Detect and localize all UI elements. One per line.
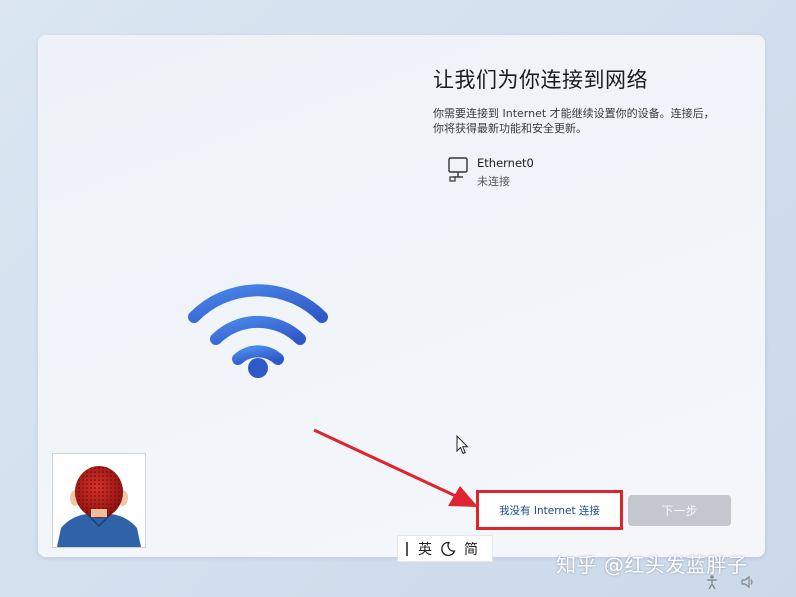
page-description: 你需要连接到 Internet 才能继续设置你的设备。连接后，你将获得最新功能和…: [433, 107, 715, 135]
network-status: 未连接: [477, 175, 510, 188]
ime-language-toggle[interactable]: 英: [418, 539, 432, 559]
next-button[interactable]: 下一步: [628, 495, 731, 526]
network-item-ethernet0[interactable]: Ethernet0 未连接: [447, 154, 587, 190]
ime-script-toggle[interactable]: 简: [464, 539, 478, 559]
ime-drag-handle[interactable]: [406, 541, 408, 556]
moon-icon[interactable]: [440, 541, 456, 557]
ime-toolbar: 英 简: [397, 535, 493, 562]
avatar: [52, 453, 146, 548]
wifi-icon: [188, 284, 328, 378]
mouse-pointer-icon: [456, 435, 469, 455]
ethernet-icon: [448, 157, 468, 182]
page-title: 让我们为你连接到网络: [433, 68, 648, 92]
network-name: Ethernet0: [477, 156, 534, 170]
accessibility-icon[interactable]: [704, 574, 720, 590]
volume-icon[interactable]: [740, 574, 756, 590]
no-internet-button[interactable]: 我没有 Internet 连接: [476, 490, 623, 530]
